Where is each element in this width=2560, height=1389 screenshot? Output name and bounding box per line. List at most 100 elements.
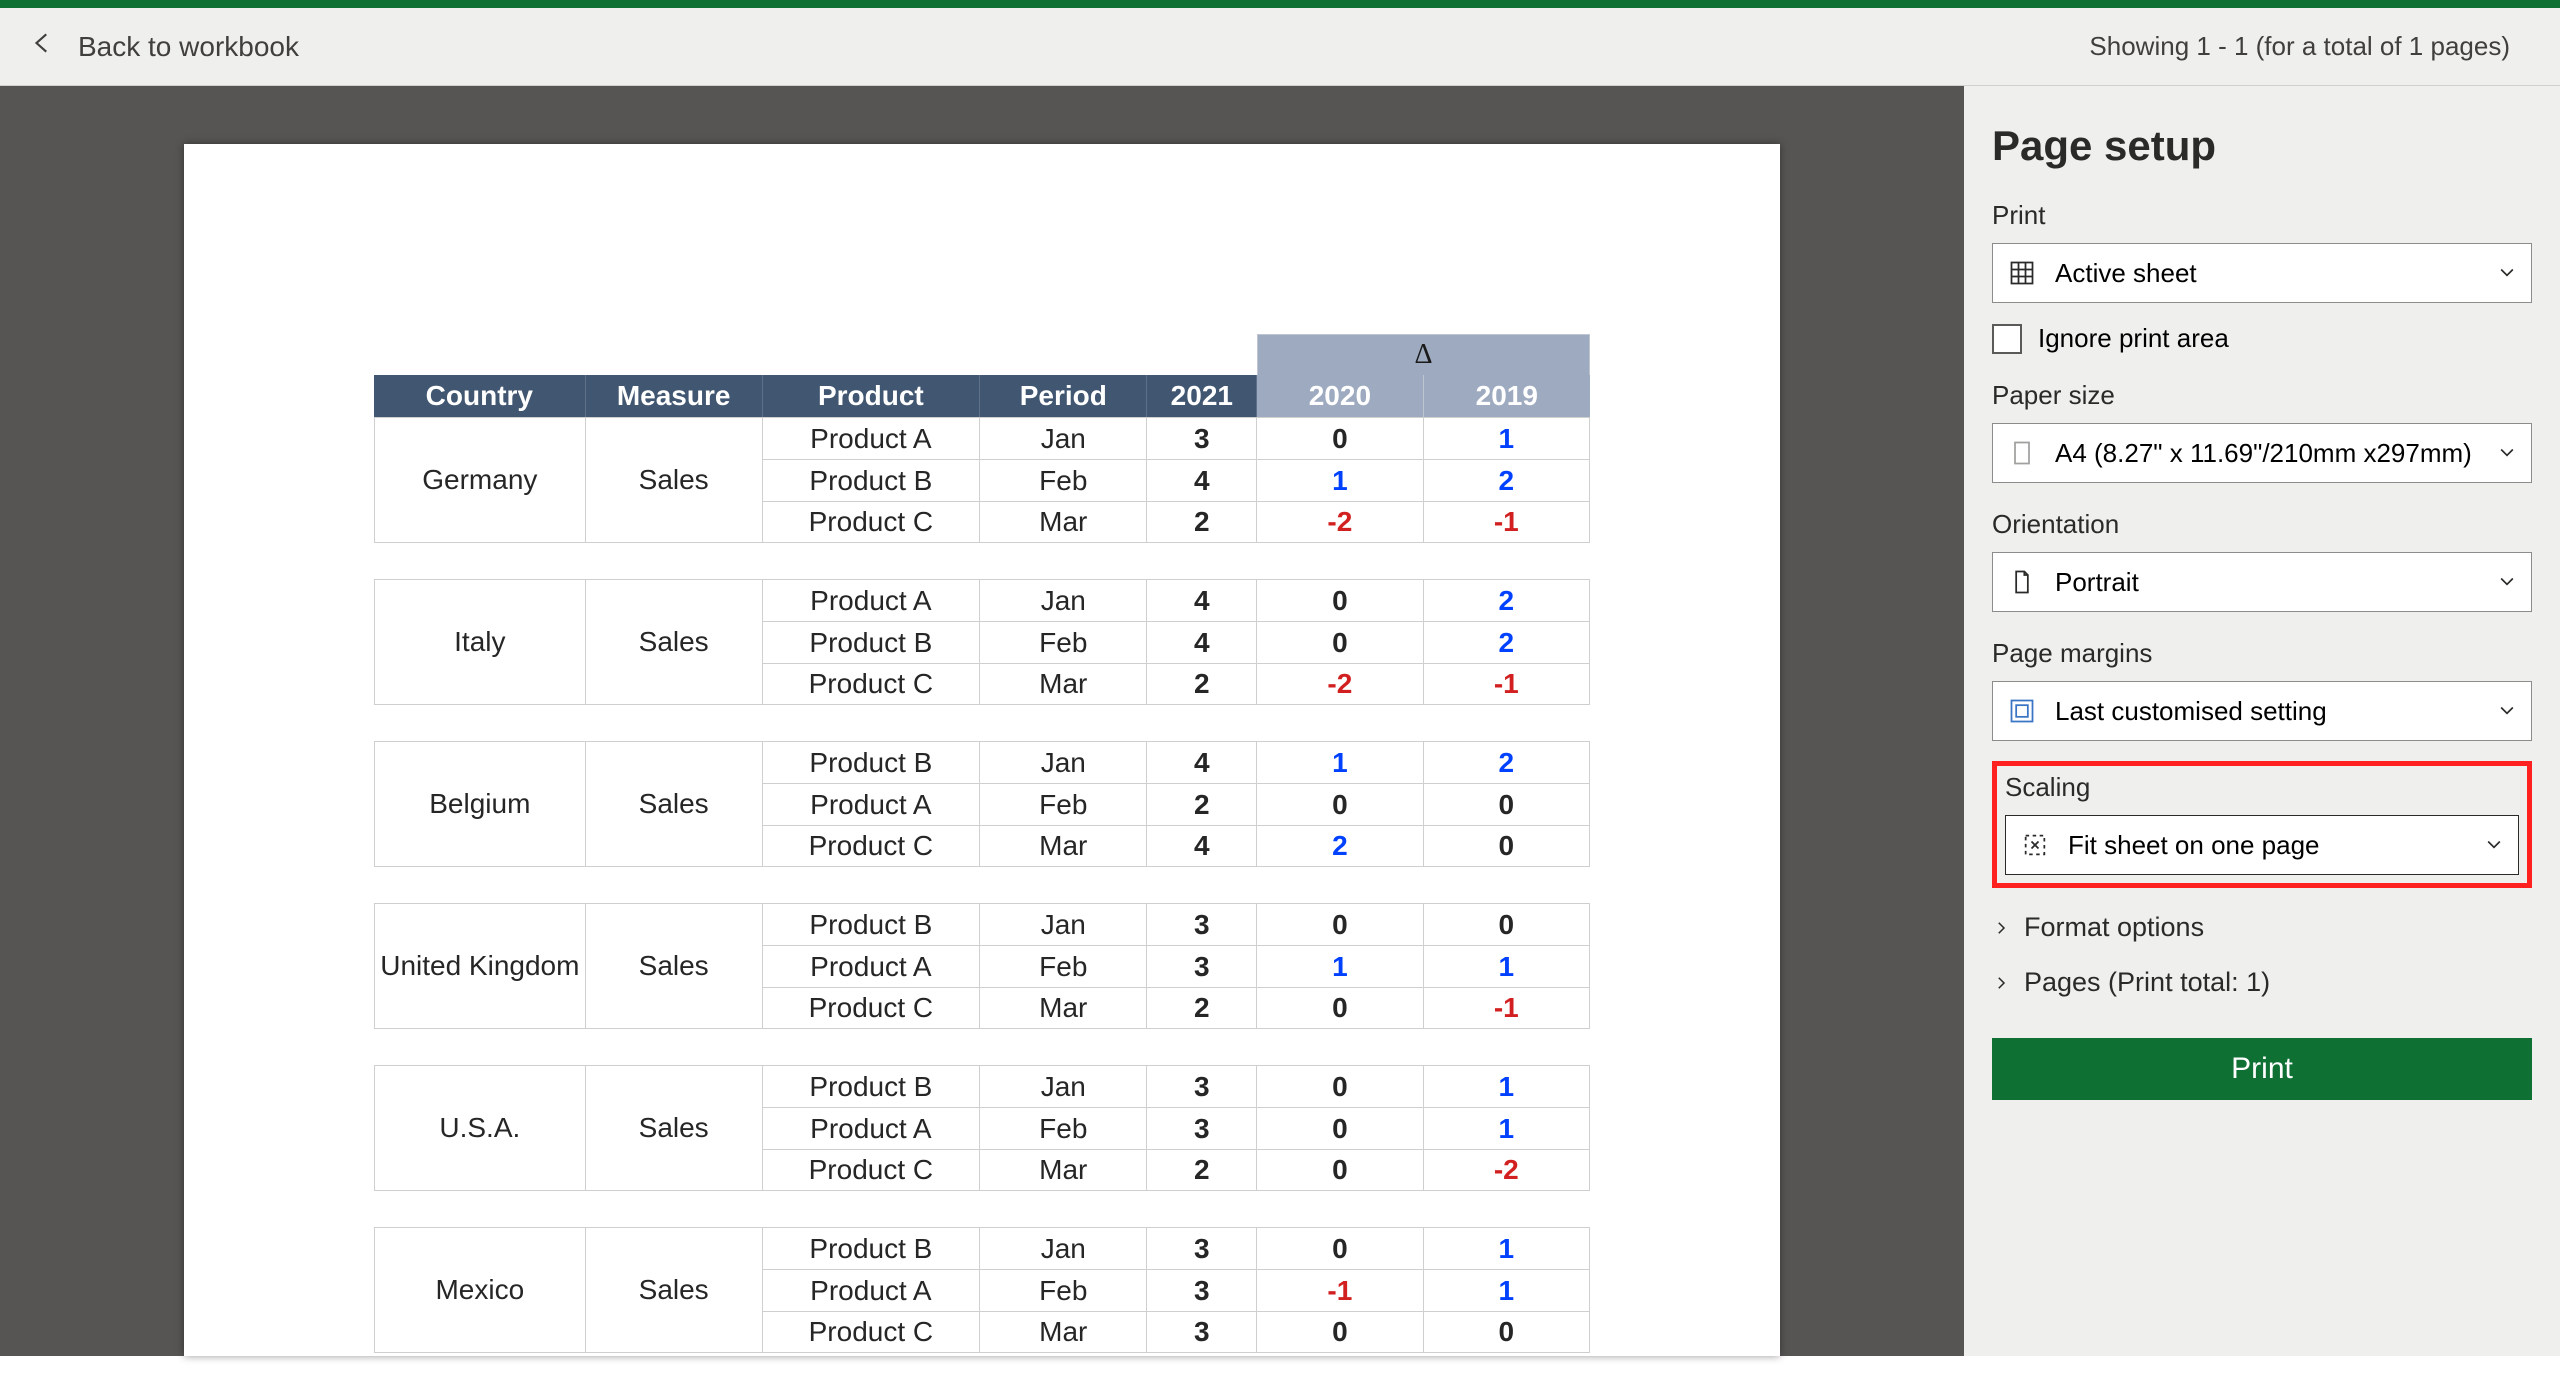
orientation-dropdown[interactable]: Portrait: [1992, 552, 2532, 612]
cell-country: [374, 825, 586, 867]
page-margins-value: Last customised setting: [2055, 696, 2327, 727]
table-row: Product C Mar 2 -2 -1: [374, 663, 1590, 705]
table-row: Belgium Sales Product A Feb 2 0 0: [374, 783, 1590, 825]
cell-measure: [586, 417, 763, 459]
margins-icon: [2007, 696, 2037, 726]
cell-2020: 1: [1257, 945, 1423, 987]
format-options-accordion[interactable]: Format options: [1992, 912, 2532, 943]
cell-country: Italy: [374, 621, 586, 663]
cell-measure: [586, 1311, 763, 1353]
cell-period: Jan: [980, 1065, 1147, 1107]
cell-country: Mexico: [374, 1269, 586, 1311]
back-to-workbook-link[interactable]: Back to workbook: [30, 30, 299, 63]
paper-size-dropdown[interactable]: A4 (8.27" x 11.69"/210mm x297mm): [1992, 423, 2532, 483]
cell-period: Feb: [980, 783, 1147, 825]
sheet-grid-icon: [2007, 258, 2037, 288]
cell-product: Product B: [763, 903, 980, 945]
chevron-down-icon: [2497, 438, 2517, 469]
cell-2019: 2: [1424, 579, 1590, 621]
cell-measure: [586, 1149, 763, 1191]
country-block: Product A Jan 4 0 2 Italy Sales Product …: [374, 579, 1590, 705]
cell-2020: 0: [1257, 1311, 1423, 1353]
th-2020: 2020: [1257, 375, 1423, 417]
cell-measure: Sales: [586, 1107, 763, 1149]
pages-accordion[interactable]: Pages (Print total: 1): [1992, 967, 2532, 998]
table-row: Mexico Sales Product A Feb 3 -1 1: [374, 1269, 1590, 1311]
cell-measure: [586, 825, 763, 867]
cell-country: U.S.A.: [374, 1107, 586, 1149]
cell-2019: -1: [1424, 987, 1590, 1029]
cell-period: Feb: [980, 945, 1147, 987]
th-2021: 2021: [1147, 375, 1257, 417]
cell-2021: 3: [1147, 1227, 1257, 1269]
cell-2020: 0: [1257, 1065, 1423, 1107]
cell-product: Product A: [763, 1107, 980, 1149]
cell-period: Mar: [980, 1311, 1147, 1353]
table-row: U.S.A. Sales Product A Feb 3 0 1: [374, 1107, 1590, 1149]
cell-product: Product A: [763, 945, 980, 987]
fit-page-icon: [2020, 830, 2050, 860]
cell-country: Belgium: [374, 783, 586, 825]
cell-2019: 1: [1424, 1269, 1590, 1311]
cell-2019: 2: [1424, 621, 1590, 663]
cell-2019: 2: [1424, 459, 1590, 501]
country-block: Product B Jan 3 0 1 U.S.A. Sales Product…: [374, 1065, 1590, 1191]
cell-product: Product C: [763, 663, 980, 705]
cell-2021: 3: [1147, 1107, 1257, 1149]
page-range-text: Showing 1 - 1 (for a total of 1 pages): [2089, 31, 2510, 62]
country-block: Product B Jan 3 0 0 United Kingdom Sales…: [374, 903, 1590, 1029]
country-block: Product A Jan 3 0 1 Germany Sales Produc…: [374, 417, 1590, 543]
cell-2020: 0: [1257, 1149, 1423, 1191]
cell-country: [374, 741, 586, 783]
cell-2019: 0: [1424, 783, 1590, 825]
th-2019: 2019: [1424, 375, 1590, 417]
cell-2020: 0: [1257, 783, 1423, 825]
cell-2019: 1: [1424, 417, 1590, 459]
table-row: Product C Mar 2 0 -2: [374, 1149, 1590, 1191]
cell-period: Jan: [980, 903, 1147, 945]
cell-2020: 0: [1257, 579, 1423, 621]
table-row: Germany Sales Product B Feb 4 1 2: [374, 459, 1590, 501]
cell-product: Product B: [763, 621, 980, 663]
cell-2019: 1: [1424, 1227, 1590, 1269]
orientation-value: Portrait: [2055, 567, 2139, 598]
chevron-down-icon: [2484, 830, 2504, 861]
cell-product: Product B: [763, 1065, 980, 1107]
cell-country: [374, 501, 586, 543]
print-target-dropdown[interactable]: Active sheet: [1992, 243, 2532, 303]
cell-country: [374, 579, 586, 621]
cell-2019: -1: [1424, 501, 1590, 543]
cell-period: Mar: [980, 1149, 1147, 1191]
format-options-label: Format options: [2024, 912, 2204, 943]
th-period: Period: [980, 375, 1147, 417]
print-button[interactable]: Print: [1992, 1038, 2532, 1100]
cell-product: Product B: [763, 1227, 980, 1269]
cell-period: Feb: [980, 1269, 1147, 1311]
cell-2019: 2: [1424, 741, 1590, 783]
cell-measure: Sales: [586, 459, 763, 501]
cell-2021: 2: [1147, 501, 1257, 543]
country-block: Product B Jan 4 1 2 Belgium Sales Produc…: [374, 741, 1590, 867]
table-row: Product A Jan 4 0 2: [374, 579, 1590, 621]
page-margins-dropdown[interactable]: Last customised setting: [1992, 681, 2532, 741]
cell-product: Product C: [763, 987, 980, 1029]
cell-2019: 0: [1424, 903, 1590, 945]
cell-product: Product B: [763, 459, 980, 501]
cell-2020: 0: [1257, 621, 1423, 663]
page-portrait-icon: [2007, 567, 2037, 597]
cell-2020: 0: [1257, 1227, 1423, 1269]
print-target-value: Active sheet: [2055, 258, 2197, 289]
cell-period: Mar: [980, 825, 1147, 867]
cell-period: Mar: [980, 501, 1147, 543]
scaling-dropdown[interactable]: Fit sheet on one page: [2005, 815, 2519, 875]
cell-country: United Kingdom: [374, 945, 586, 987]
ignore-print-area-label: Ignore print area: [2038, 323, 2229, 354]
chevron-right-icon: [1992, 919, 2010, 937]
ignore-print-area-checkbox[interactable]: Ignore print area: [1992, 323, 2532, 354]
table-row: Product C Mar 4 2 0: [374, 825, 1590, 867]
cell-period: Feb: [980, 459, 1147, 501]
cell-country: [374, 1149, 586, 1191]
cell-2020: 1: [1257, 741, 1423, 783]
app-accent-bar: [0, 0, 2560, 8]
cell-2020: 0: [1257, 417, 1423, 459]
